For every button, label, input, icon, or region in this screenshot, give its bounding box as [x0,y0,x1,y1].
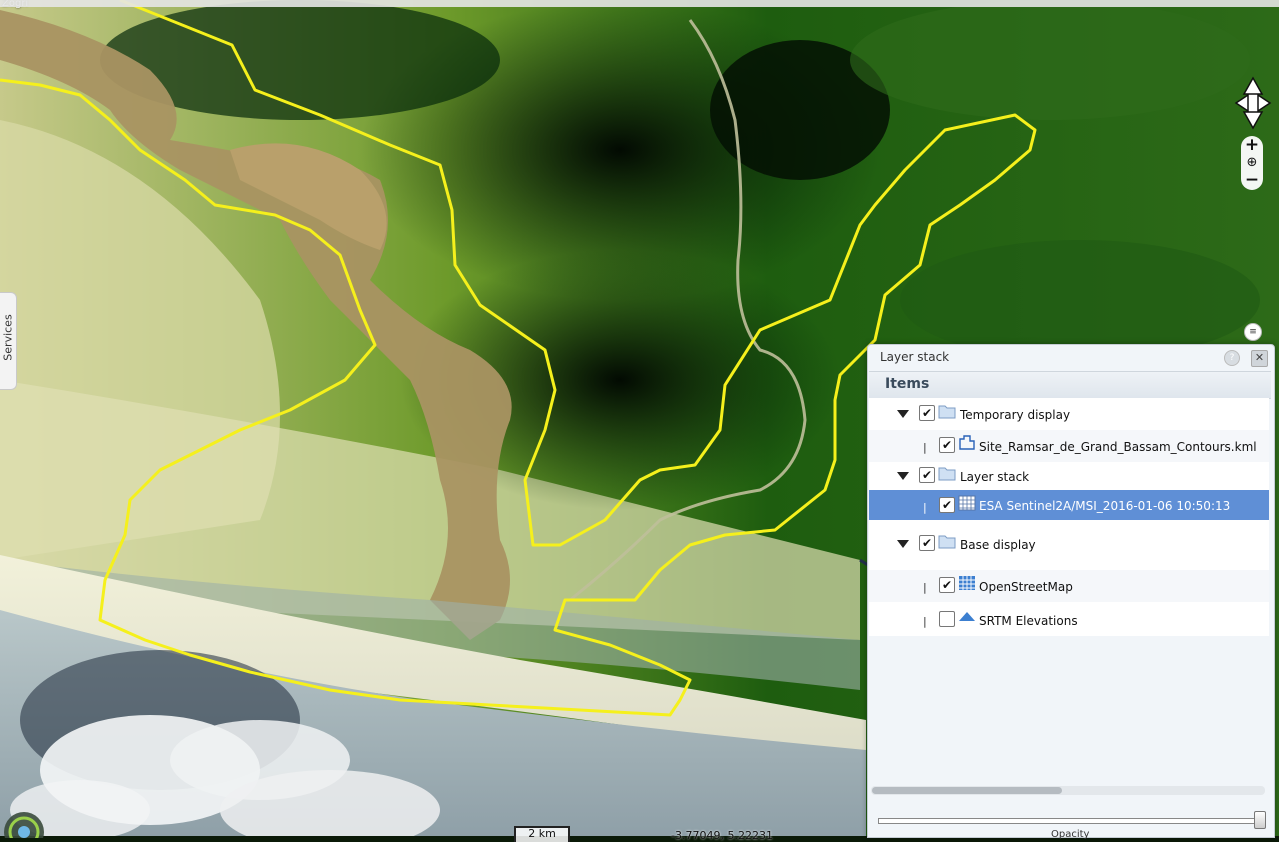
tree-node-base-display[interactable]: ✔ Base display [869,528,1269,560]
tree-node-label: Layer stack [960,470,1030,484]
tree-connector: | [923,581,927,594]
items-header: Items [869,371,1271,399]
pan-arrows-icon [1234,76,1272,130]
items-header-label: Items [885,376,930,392]
layer-checkbox[interactable] [939,611,955,627]
scrollbar-thumb[interactable] [872,787,1062,794]
raster-grid-icon [959,576,975,590]
tree-connector: | [923,615,927,628]
folder-icon [938,467,956,481]
folder-icon [938,535,956,549]
pan-control[interactable] [1234,76,1272,130]
opacity-label: Opacity [1051,829,1090,840]
tree-node-kml-layer[interactable]: | ✔ Site_Ramsar_de_Grand_Bassam_Contours… [869,430,1269,462]
tree-node-label: SRTM Elevations [979,614,1078,628]
menu-button[interactable]: ≡ [1244,323,1262,341]
layer-checkbox[interactable]: ✔ [939,437,955,453]
layer-tree: ✔ Temporary display | ✔ Site_Ramsar_de_G… [869,398,1269,636]
zoom-control: + ⊕ − [1241,136,1263,190]
tree-node-label: Site_Ramsar_de_Grand_Bassam_Contours.kml [979,440,1257,454]
expand-toggle-icon[interactable] [897,410,909,418]
layer-checkbox[interactable]: ✔ [919,405,935,421]
vector-layer-icon [959,435,975,450]
expand-toggle-icon[interactable] [897,540,909,548]
tree-connector: | [923,441,927,454]
layer-checkbox[interactable]: ✔ [939,577,955,593]
top-bar [0,0,1279,7]
app-logo-icon [2,808,46,842]
raster-grid-icon [958,495,976,511]
opacity-slider[interactable] [878,818,1262,824]
zoom-out-button[interactable]: − [1241,172,1263,189]
globe-icon[interactable]: ⊕ [1244,155,1260,171]
services-tab-label: Services [1,314,15,361]
tree-node-openstreetmap[interactable]: | ✔ OpenStreetMap [869,570,1269,602]
folder-icon [938,405,956,419]
tree-connector: | [923,501,927,514]
tree-node-sentinel-layer[interactable]: | ✔ ESA Sentinel2A/MSI_2016-01-06 10:50:… [869,490,1269,520]
layer-checkbox[interactable]: ✔ [939,497,955,513]
tree-node-layer-stack[interactable]: ✔ Layer stack [869,460,1269,492]
tree-node-label: Temporary display [960,408,1071,422]
services-tab[interactable]: Services [0,292,17,390]
zoom-in-button[interactable]: + [1241,137,1263,154]
panel-title: Layer stack [880,350,950,364]
tree-node-label: ESA Sentinel2A/MSI_2016-01-06 10:50:13 [979,499,1231,513]
tree-node-temporary-display[interactable]: ✔ Temporary display [869,398,1269,430]
layer-stack-panel: Layer stack ? ✕ Items ✔ Temporary displa… [867,344,1275,840]
tree-node-label: Base display [960,538,1036,552]
elevation-icon [959,612,975,621]
expand-toggle-icon[interactable] [897,472,909,480]
layer-checkbox[interactable]: ✔ [919,535,935,551]
tree-node-srtm-elevations[interactable]: | SRTM Elevations [869,604,1269,636]
tree-node-label: OpenStreetMap [979,580,1073,594]
help-button[interactable]: ? [1224,350,1240,366]
close-button[interactable]: ✕ [1251,350,1268,367]
layer-checkbox[interactable]: ✔ [919,467,935,483]
scale-bar: 2 km [514,826,570,842]
horizontal-scrollbar[interactable] [871,786,1265,795]
opacity-slider-handle[interactable] [1254,811,1266,829]
